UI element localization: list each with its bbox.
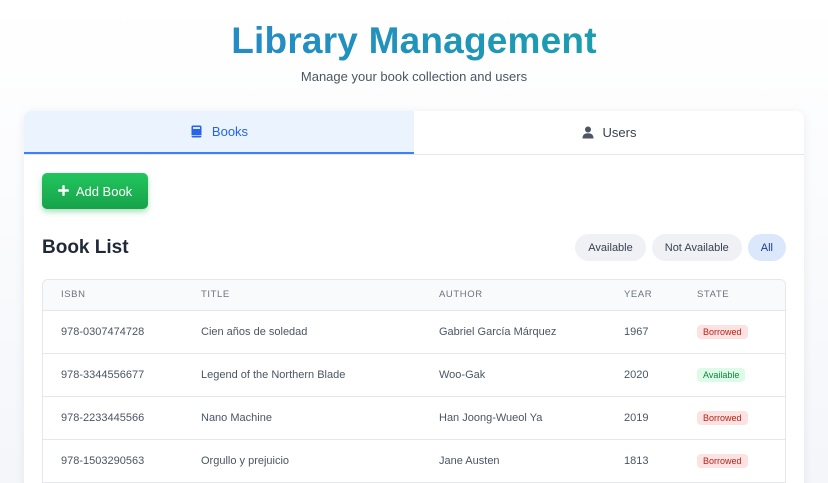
main-card: Books Users Add Book Book List Available… [24,111,804,483]
status-badge: Borrowed [697,410,748,425]
cell-author: Jane Austen [439,454,500,467]
cell-title: Orgullo y prejuicio [201,454,290,467]
cell-year: 2019 [624,411,649,424]
cell-isbn: 978-1503290563 [61,454,145,467]
column-header-title[interactable]: TITLE [183,280,421,311]
table-row[interactable]: 978-0307474728 Cien años de soledad Gabr… [43,310,785,353]
cell-state: Borrowed [679,310,785,353]
cell-author: Gabriel García Márquez [439,325,557,338]
column-header-year[interactable]: YEAR [606,280,679,311]
tab-books[interactable]: Books [24,111,414,154]
cell-state: Borrowed [679,396,785,439]
filter-group: Available Not Available All [575,234,786,261]
cell-author: Han Joong-Wueol Ya [439,411,543,424]
cell-state: Borrowed [679,439,785,482]
cell-isbn: 978-0307474728 [61,325,145,338]
table-row[interactable]: 978-1503290563 Orgullo y prejuicio Jane … [43,439,785,482]
cell-title: Nano Machine [201,411,272,424]
cell-year: 1967 [624,325,649,338]
user-icon [582,126,594,139]
filter-all[interactable]: All [747,234,786,261]
tab-bar: Books Users [24,111,804,155]
page-title: Library Management [0,19,828,63]
cell-author: Woo-Gak [439,368,486,381]
cell-isbn: 978-2233445566 [61,411,145,424]
tab-users-label: Users [602,125,637,140]
add-book-label: Add Book [75,183,133,199]
books-table: ISBN TITLE AUTHOR YEAR STATE 978-0307474… [42,279,786,483]
filter-available[interactable]: Available [575,234,646,261]
cell-state: Available [679,353,785,396]
cell-isbn: 978-3344556677 [61,368,145,381]
status-badge: Available [697,367,746,382]
book-list-title: Book List [42,237,129,258]
table-row[interactable]: 978-2233445566 Nano Machine Han Joong-Wu… [43,396,785,439]
column-header-isbn[interactable]: ISBN [43,280,183,311]
column-header-author[interactable]: AUTHOR [421,280,606,311]
plus-icon [57,184,69,199]
cell-title: Cien años de soledad [201,325,308,338]
table-row[interactable]: 978-3344556677 Legend of the Northern Bl… [43,353,785,396]
column-header-state[interactable]: STATE [679,280,785,311]
table-header-row: ISBN TITLE AUTHOR YEAR STATE [43,280,785,311]
page-subtitle: Manage your book collection and users [300,69,528,84]
page: Library Management Manage your book coll… [0,0,828,483]
add-book-button[interactable]: Add Book [42,173,148,209]
filter-not-available[interactable]: Not Available [651,234,742,261]
status-badge: Borrowed [697,324,748,339]
tab-books-label: Books [211,124,249,139]
cell-title: Legend of the Northern Blade [201,368,346,381]
status-badge: Borrowed [697,453,748,468]
cell-year: 1813 [624,454,649,467]
book-icon [190,125,203,138]
cell-year: 2020 [624,368,649,381]
header: Library Management Manage your book coll… [0,0,828,84]
tab-users[interactable]: Users [414,111,804,154]
